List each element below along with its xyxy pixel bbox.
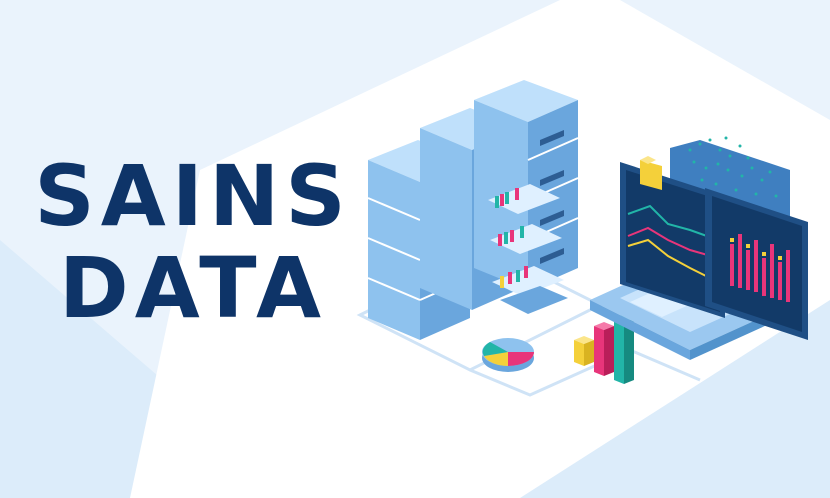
server-rack-icon <box>474 80 579 290</box>
folder-icon <box>640 156 662 190</box>
data-illustration <box>356 80 808 397</box>
pie-chart-icon <box>482 338 534 372</box>
banner: SAINS DATA <box>0 0 830 498</box>
